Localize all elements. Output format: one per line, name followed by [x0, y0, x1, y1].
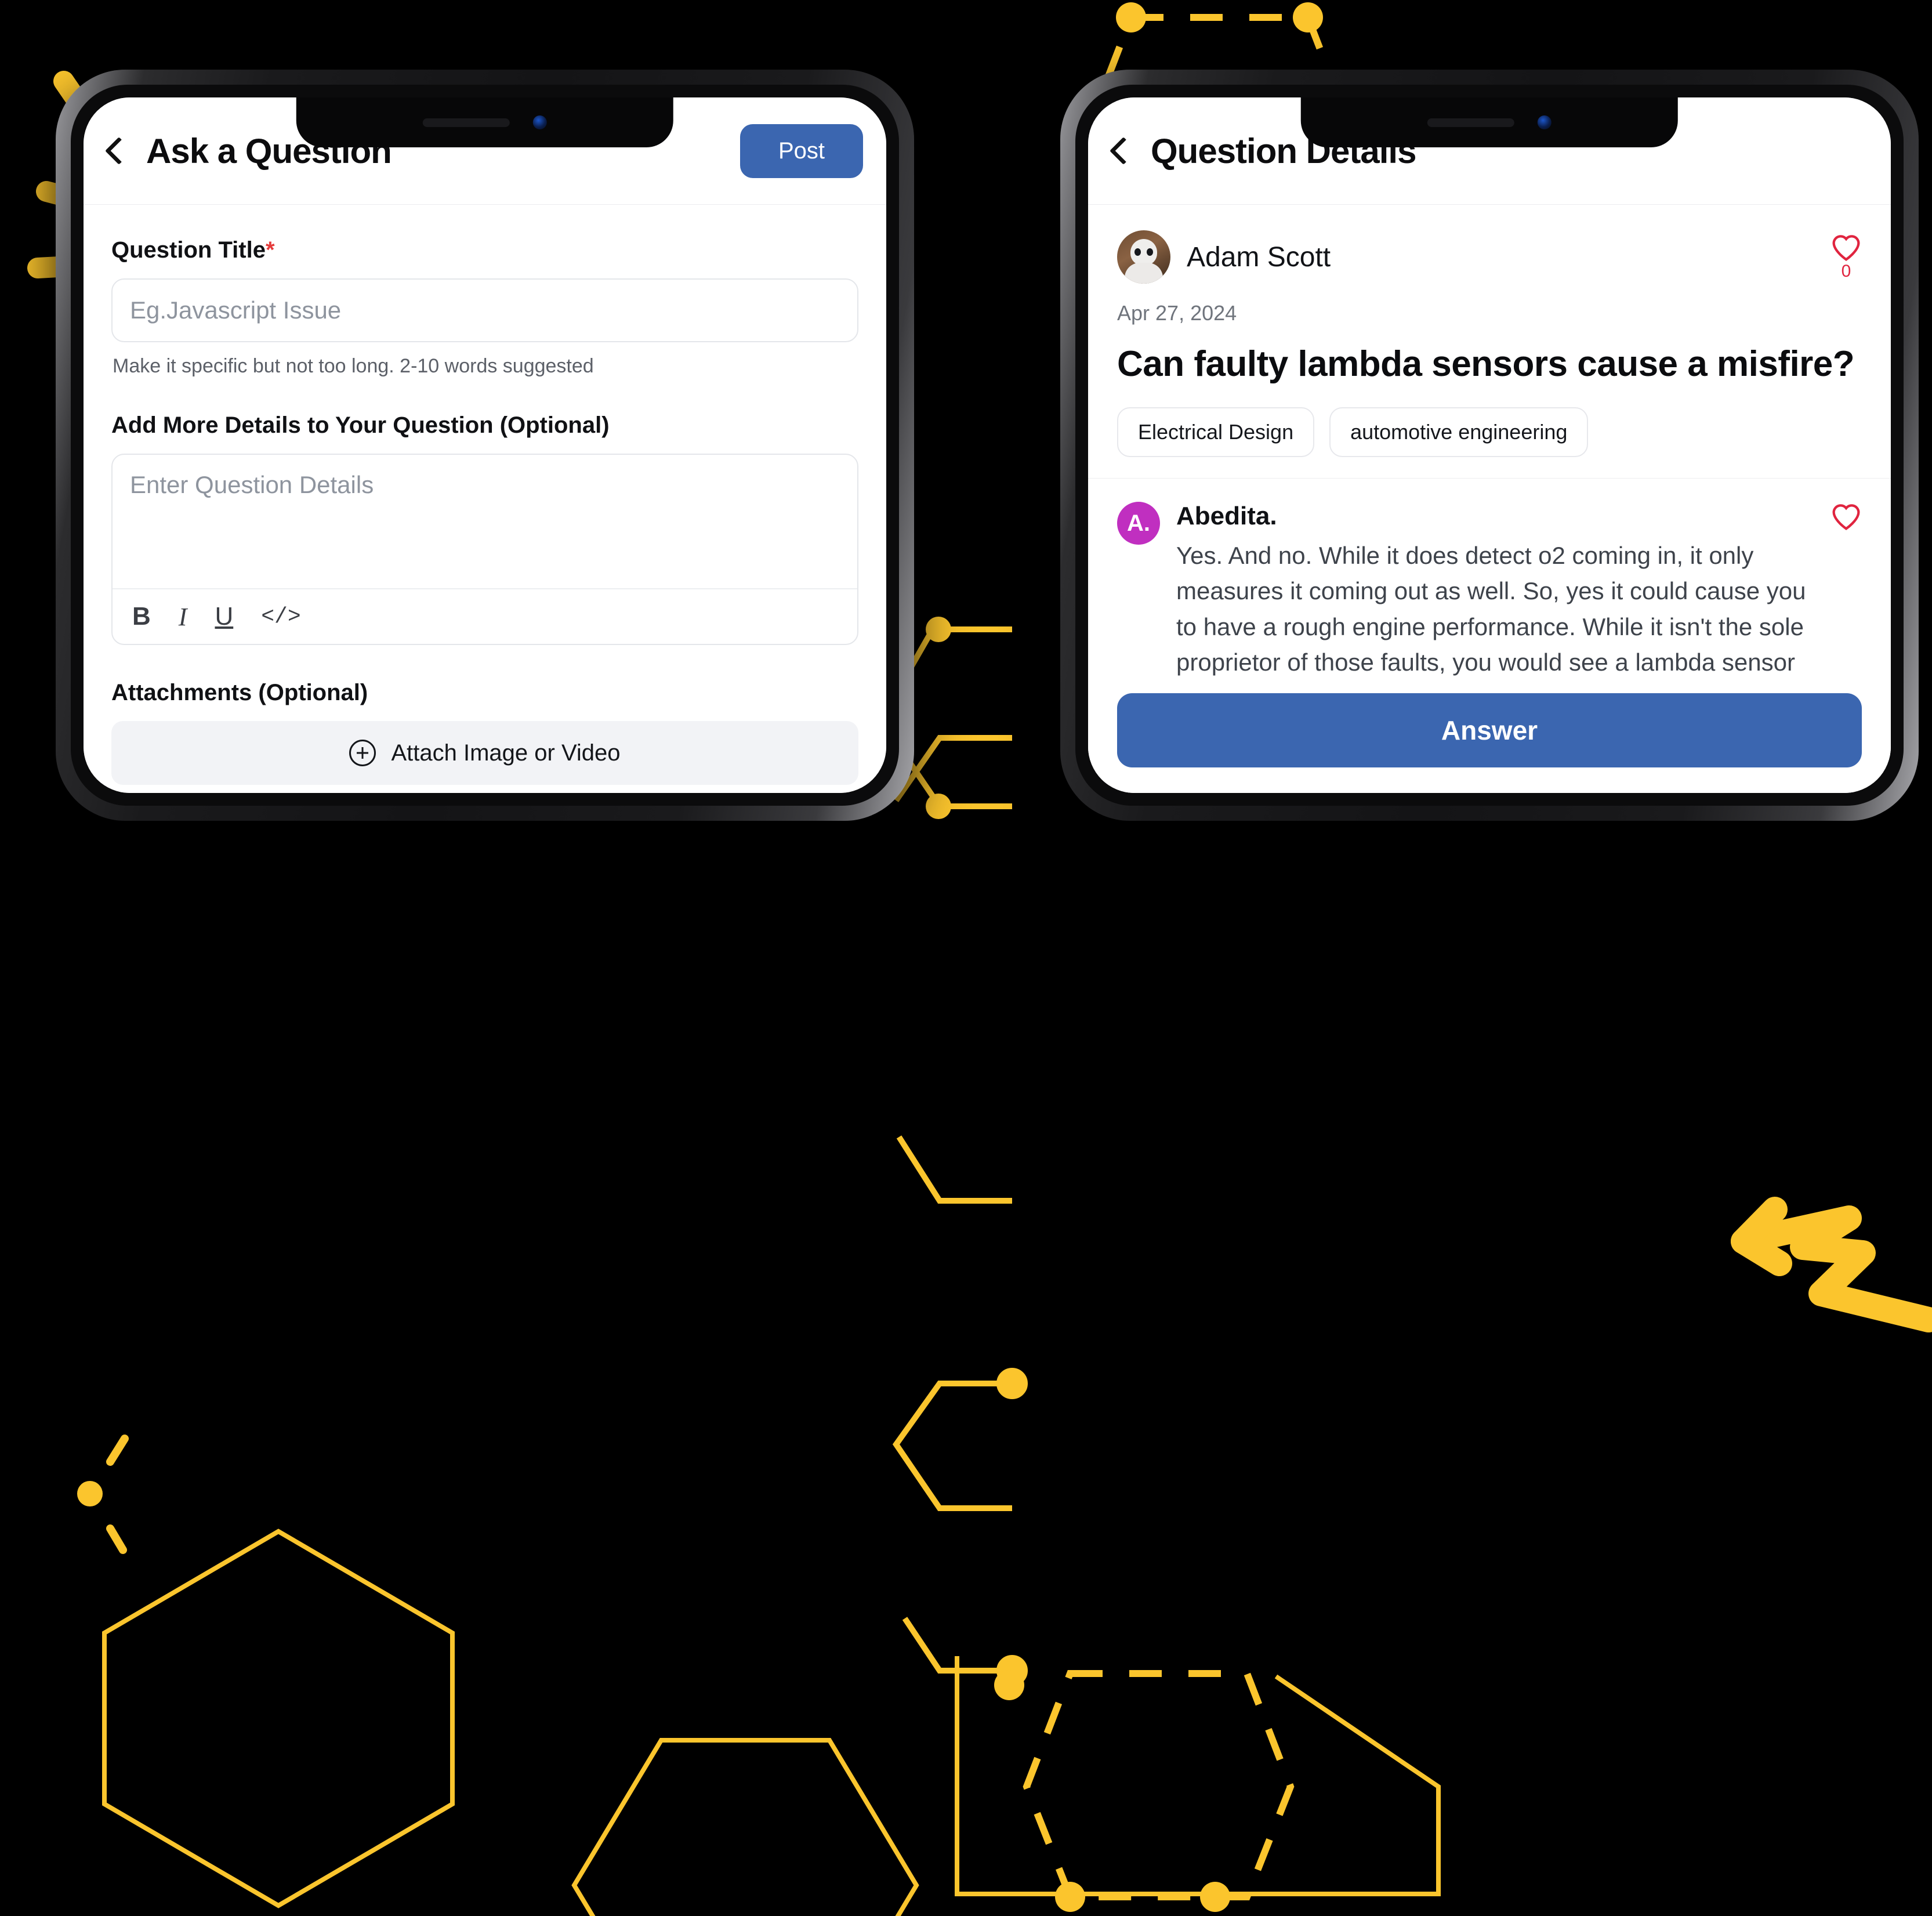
phone-notch	[1300, 97, 1679, 147]
details-textarea[interactable]: Enter Question Details	[113, 455, 857, 588]
hexagon-bottom-center	[571, 1738, 919, 1916]
phone-chin	[1085, 803, 1894, 847]
question-date: Apr 27, 2024	[1117, 301, 1237, 325]
front-camera-icon	[533, 115, 547, 129]
attach-image-or-video-button[interactable]: Attach Image or Video	[111, 721, 858, 785]
required-asterisk: *	[265, 237, 275, 263]
editor-toolbar: B I U </>	[113, 588, 857, 644]
answer-like-control[interactable]	[1830, 502, 1862, 531]
like-count: 0	[1841, 262, 1851, 281]
bold-icon[interactable]: B	[132, 602, 151, 631]
question-author-row: Adam Scott 0	[1117, 230, 1862, 284]
dashed-hexagon-bottom	[994, 1670, 1295, 1912]
hexagon-chain-lower	[892, 1135, 1028, 1686]
answer-button[interactable]: Answer	[1117, 693, 1862, 767]
speaker-grille	[1427, 118, 1514, 127]
question-title-input[interactable]: Eg.Javascript Issue	[111, 278, 858, 342]
question-header: Adam Scott 0 Apr 27, 2024 Can faulty lam…	[1088, 205, 1891, 479]
underline-icon[interactable]: U	[215, 602, 233, 631]
tag-chip[interactable]: Electrical Design	[1117, 407, 1315, 458]
details-editor[interactable]: Enter Question Details B I U </>	[111, 454, 858, 645]
front-camera-icon	[1538, 115, 1552, 129]
attach-button-label: Attach Image or Video	[391, 740, 621, 766]
question-like-control[interactable]: 0	[1830, 233, 1862, 281]
hexagon-bottom-left	[102, 1529, 455, 1908]
italic-icon[interactable]: I	[179, 602, 187, 632]
code-icon[interactable]: </>	[261, 604, 300, 629]
answer-footer: Answer	[1088, 676, 1891, 793]
question-title-hint: Make it specific but not too long. 2-10 …	[113, 355, 594, 377]
tag-chip[interactable]: automotive engineering	[1329, 407, 1589, 458]
hexagon-bottom-right	[955, 1656, 1441, 1896]
question-tags: Electrical Design automotive engineering	[1117, 407, 1862, 458]
phone-question-details: Question Details Adam Scott 0 Apr 27, 20…	[1060, 70, 1919, 847]
post-button[interactable]: Post	[740, 124, 863, 178]
question-author-name: Adam Scott	[1187, 241, 1331, 273]
heart-outline-icon[interactable]	[1830, 502, 1862, 531]
phone-notch	[296, 97, 674, 147]
answer-avatar: A.	[1117, 502, 1160, 545]
chevron-left-icon[interactable]	[1109, 136, 1138, 165]
chevron-left-icon[interactable]	[104, 136, 133, 165]
attachments-label: Attachments (Optional)	[111, 680, 368, 705]
heart-outline-icon[interactable]	[1830, 233, 1862, 262]
answer-author-name: Abedita.	[1176, 502, 1277, 531]
phone-ask-question: Ask a Question Post Question Title* Eg.J…	[56, 70, 914, 847]
answer-avatar-initial: A.	[1127, 510, 1150, 536]
question-title: Can faulty lambda sensors cause a misfir…	[1117, 344, 1855, 384]
details-label: Add More Details to Your Question (Optio…	[111, 412, 610, 438]
zigzag-arrow-icon	[1731, 1197, 1932, 1332]
avatar	[1117, 230, 1170, 284]
phone-chin	[80, 803, 890, 847]
sparkle-dot-left	[77, 1435, 129, 1554]
plus-circle-icon	[349, 740, 376, 766]
screenshot-stage: Ask a Question Post Question Title* Eg.J…	[0, 0, 1932, 1916]
ask-question-scroll[interactable]: Question Title* Eg.Javascript Issue Make…	[84, 205, 886, 793]
question-title-label: Question Title*	[111, 237, 275, 263]
speaker-grille	[423, 118, 510, 127]
